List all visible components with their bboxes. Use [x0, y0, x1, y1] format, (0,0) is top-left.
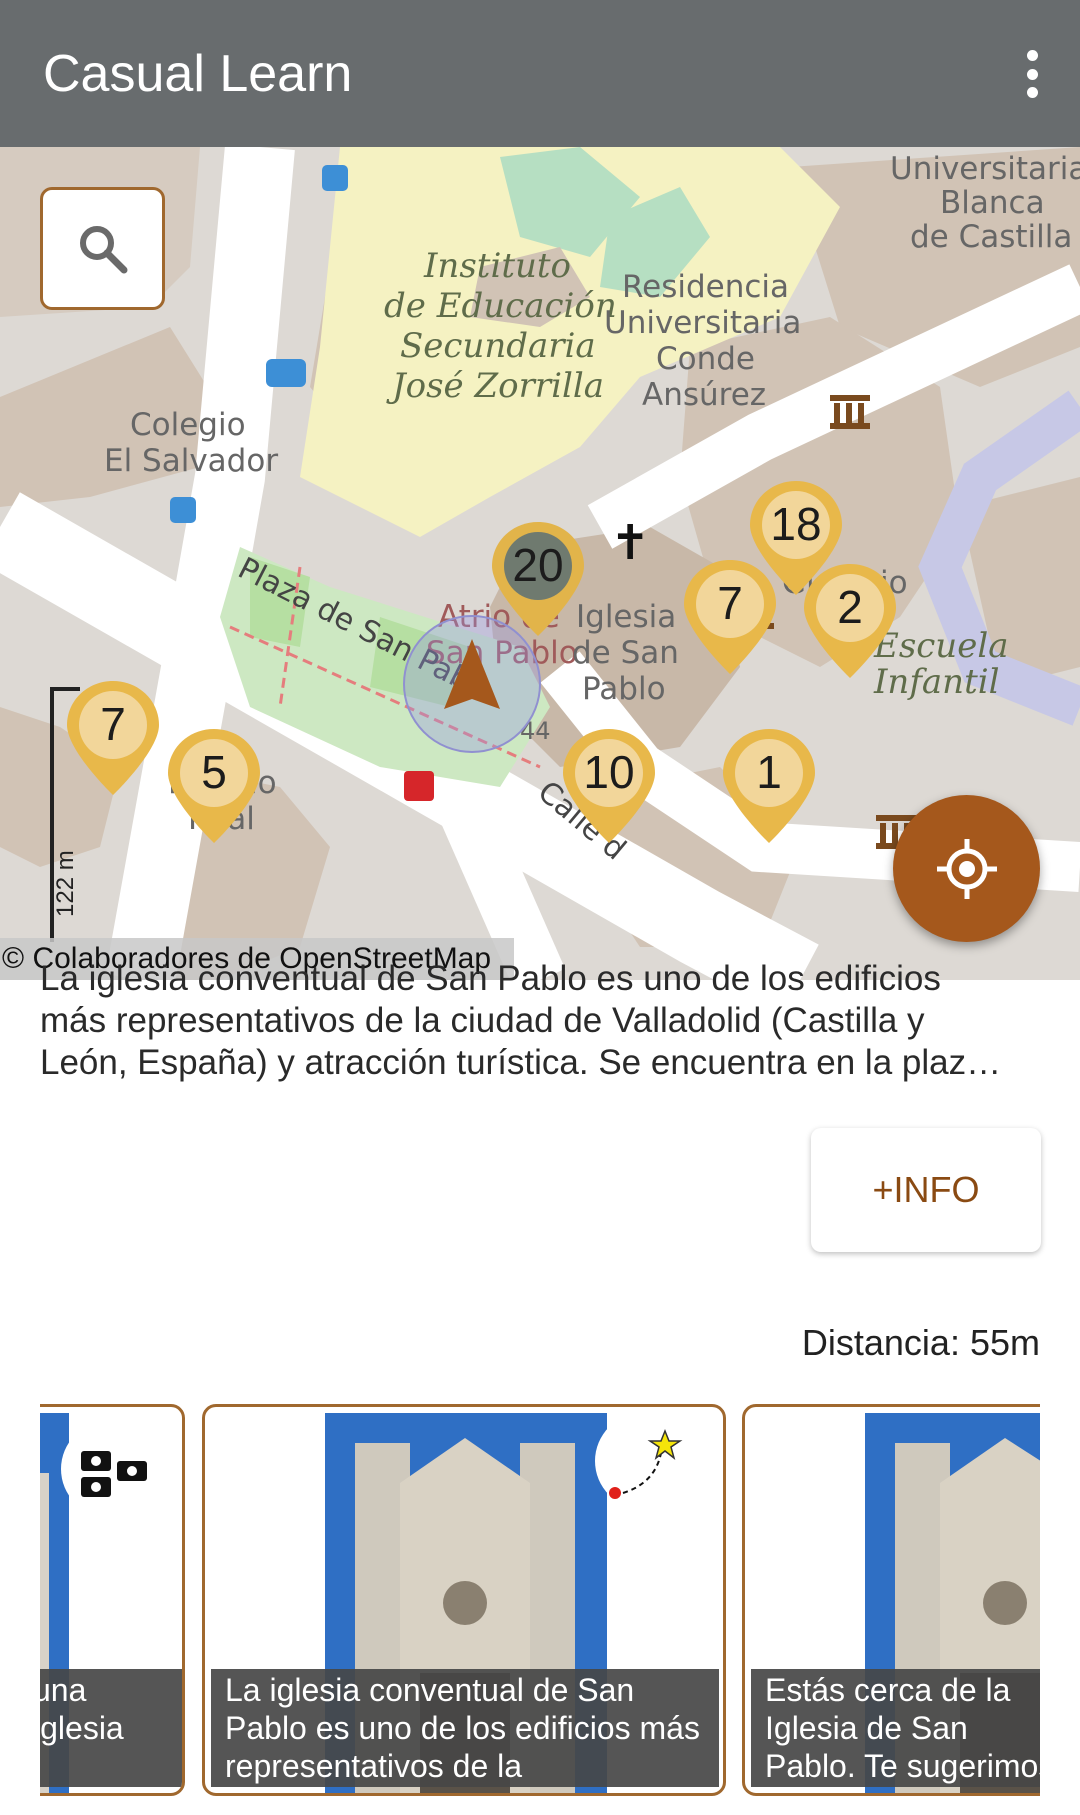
label-residencia-4: Ansúrez [642, 377, 766, 413]
map-marker-7a[interactable]: 7 [682, 558, 778, 676]
task-card-1[interactable]: una iglesia [40, 1404, 185, 1796]
label-residencia-1: Residencia [622, 269, 789, 305]
task-caption: La iglesia conventual de San Pablo es un… [211, 1669, 719, 1787]
task-carousel[interactable]: una iglesia La iglesia conventual de San… [40, 1402, 1040, 1802]
label-univ-3: de Castilla [910, 219, 1072, 255]
label-residencia-2: Universitaria [604, 305, 801, 341]
description-line-3: León, España) y atracción turística. Se … [40, 1043, 1002, 1082]
marker-count: 7 [717, 577, 743, 629]
svg-text:✝: ✝ [610, 515, 650, 571]
marker-count: 10 [583, 746, 635, 798]
route-task-icon [595, 1413, 691, 1509]
marker-count: 1 [756, 746, 782, 798]
map-marker-20[interactable]: 20 [490, 520, 586, 638]
marker-count: 5 [201, 746, 227, 798]
overflow-menu-icon[interactable] [1012, 44, 1052, 104]
description-line-2: más representativos de la ciudad de Vall… [40, 1001, 925, 1040]
map-marker-1[interactable]: 1 [721, 727, 817, 845]
label-univ-2: Blanca [940, 185, 1045, 221]
my-location-button[interactable] [893, 795, 1040, 942]
search-button[interactable] [40, 187, 165, 310]
map-scale-label: 122 m [52, 850, 79, 917]
map-marker-2[interactable]: 2 [802, 562, 898, 680]
label-iglesia-2: de San [572, 635, 679, 671]
label-instituto-4: José Zorrilla [386, 366, 604, 406]
search-icon [79, 225, 127, 273]
more-info-button[interactable]: +INFO [811, 1128, 1041, 1252]
marker-count: 2 [837, 581, 863, 633]
label-colegio-2: El Salvador [104, 443, 278, 479]
photo-task-icon [61, 1421, 157, 1517]
app-title: Casual Learn [43, 45, 353, 103]
marker-count: 18 [770, 498, 822, 550]
task-caption: Estás cerca de la Iglesia de San Pablo. … [751, 1669, 1040, 1787]
task-card-3[interactable]: Estás cerca de la Iglesia de San Pablo. … [742, 1404, 1040, 1796]
task-caption: una iglesia [40, 1669, 182, 1787]
label-iglesia-1: Iglesia [576, 599, 676, 635]
map-marker-10[interactable]: 10 [561, 727, 657, 845]
label-instituto-3: Secundaria [400, 326, 596, 366]
label-instituto-2: de Educación [384, 286, 617, 326]
task-card-2[interactable]: La iglesia conventual de San Pablo es un… [202, 1404, 726, 1796]
distance-label: Distancia: 55m [801, 1322, 1040, 1363]
map-view[interactable]: Instituto de Educación Secundaria José Z… [0, 147, 1080, 980]
label-iglesia-3: Pablo [582, 671, 666, 707]
label-instituto-1: Instituto [423, 246, 571, 286]
map-marker-5[interactable]: 5 [166, 727, 262, 845]
label-residencia-3: Conde [656, 341, 755, 377]
label-univ-1: Universitaria [890, 151, 1080, 187]
app-bar: Casual Learn [0, 0, 1080, 147]
label-colegio-1: Colegio [130, 407, 246, 443]
map-overlap [0, 940, 1080, 980]
crosshair-location-icon [936, 838, 997, 899]
marker-count: 20 [512, 539, 564, 591]
